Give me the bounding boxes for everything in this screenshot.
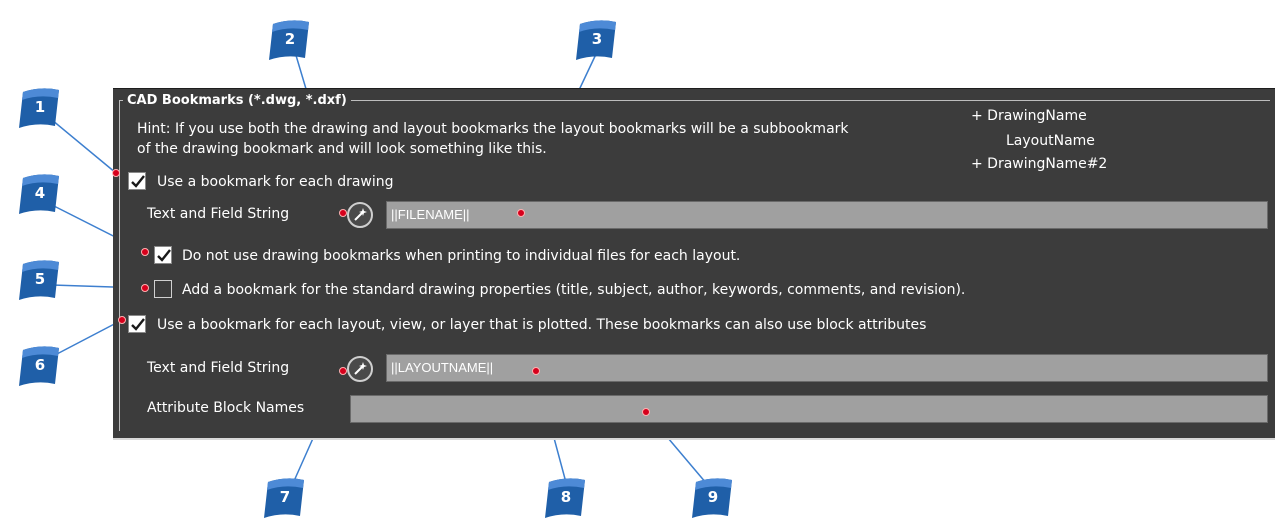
marker-dot	[532, 367, 540, 375]
layout-bookmark-checkbox[interactable]	[128, 315, 146, 333]
marker-dot	[517, 209, 525, 217]
tree-drawing-name: + DrawingName	[971, 108, 1087, 124]
check-icon	[131, 175, 145, 188]
callout-6: 6	[17, 344, 63, 388]
drawing-bookmark-label: Use a bookmark for each drawing	[157, 174, 394, 190]
tree-drawing-name-2: + DrawingName#2	[971, 156, 1108, 172]
hint-line-1: Hint: If you use both the drawing and la…	[137, 121, 849, 137]
callout-3: 3	[574, 18, 620, 62]
standard-properties-label: Add a bookmark for the standard drawing …	[182, 282, 966, 298]
attribute-block-field[interactable]	[350, 395, 1268, 423]
callout-5: 5	[17, 258, 63, 302]
attribute-block-label: Attribute Block Names	[147, 400, 305, 416]
marker-dot	[141, 248, 149, 256]
callout-1: 1	[17, 86, 63, 130]
tree-layout-name: LayoutName	[1006, 133, 1095, 149]
callout-7: 7	[262, 476, 308, 520]
drawing-bookmark-checkbox[interactable]	[128, 172, 146, 190]
marker-dot	[339, 209, 347, 217]
layout-text-label: Text and Field String	[147, 360, 290, 376]
check-icon	[131, 318, 145, 331]
callout-8: 8	[543, 476, 589, 520]
callout-4: 4	[17, 172, 63, 216]
marker-dot	[118, 316, 126, 324]
marker-dot	[339, 367, 347, 375]
drawing-text-label: Text and Field String	[147, 206, 290, 222]
check-icon	[157, 249, 171, 262]
layout-text-field[interactable]: ||LAYOUTNAME||	[386, 354, 1268, 382]
magic-wand-icon	[354, 208, 367, 221]
cad-bookmarks-panel: CAD Bookmarks (*.dwg, *.dxf) Hint: If yo…	[113, 88, 1275, 440]
layout-bookmark-label: Use a bookmark for each layout, view, or…	[157, 317, 927, 333]
marker-dot	[141, 284, 149, 292]
magic-wand-icon	[354, 362, 367, 375]
no-drawing-bookmarks-label: Do not use drawing bookmarks when printi…	[182, 248, 741, 264]
no-drawing-bookmarks-checkbox[interactable]	[154, 246, 172, 264]
layout-field-wizard-button[interactable]	[347, 356, 373, 382]
marker-dot	[112, 169, 120, 177]
hint-line-2: of the drawing bookmark and will look so…	[137, 141, 547, 157]
standard-properties-checkbox[interactable]	[154, 280, 172, 298]
callout-2: 2	[267, 18, 313, 62]
marker-dot	[642, 408, 650, 416]
group-legend: CAD Bookmarks (*.dwg, *.dxf)	[123, 93, 351, 109]
callout-9: 9	[690, 476, 736, 520]
drawing-field-wizard-button[interactable]	[347, 202, 373, 228]
